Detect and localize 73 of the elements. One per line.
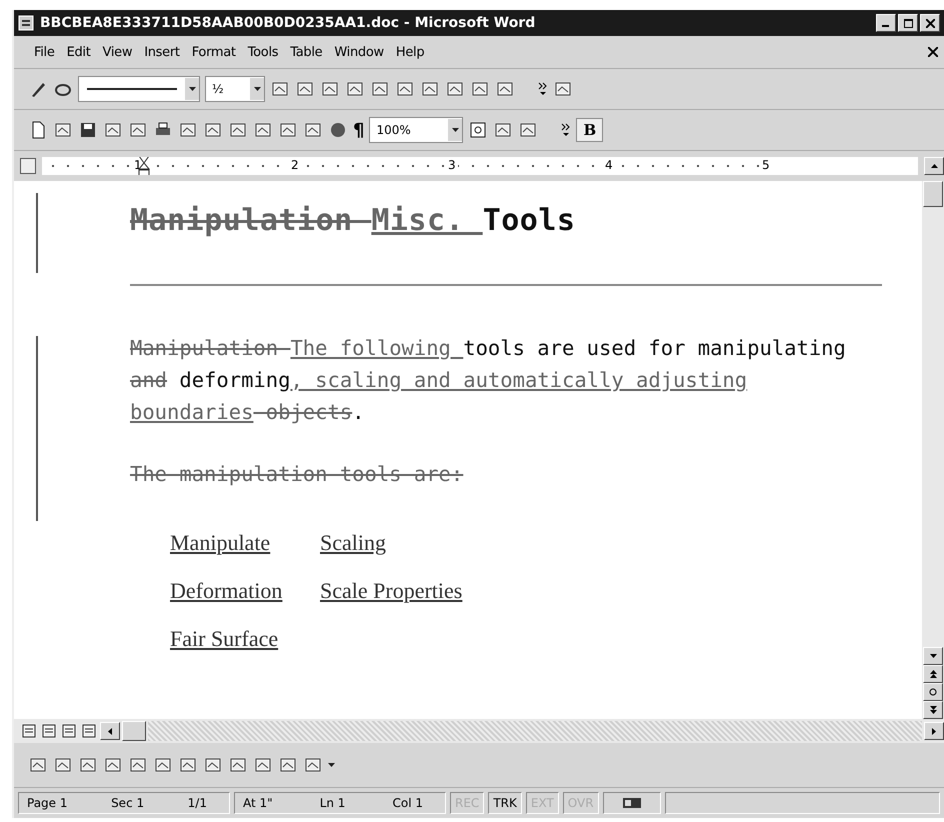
caret-icon[interactable] xyxy=(188,87,196,91)
mode-indicator[interactable]: TRK xyxy=(488,792,522,814)
caret-icon[interactable] xyxy=(452,128,459,132)
status-text: Col 1 xyxy=(392,796,423,810)
indent-marker-icon[interactable] xyxy=(138,157,150,175)
document-icon xyxy=(18,15,34,31)
next-page-button[interactable] xyxy=(923,701,943,719)
normal-view-icon[interactable] xyxy=(20,722,38,740)
hyperlink[interactable]: Fair Surface xyxy=(170,626,300,652)
double-up-arrow-icon xyxy=(930,670,936,678)
line-weight-dropdown[interactable]: ½ xyxy=(205,76,265,102)
status-text: 1/1 xyxy=(188,796,207,810)
save-icon[interactable] xyxy=(78,120,98,140)
close-icon xyxy=(926,18,934,28)
line-style-dropdown[interactable] xyxy=(78,76,200,102)
scroll-left-button[interactable] xyxy=(100,722,120,740)
paragraph: The manipulation tools are: xyxy=(130,461,464,488)
caret-icon[interactable] xyxy=(328,763,335,767)
zoom-dropdown[interactable]: 100% xyxy=(369,117,464,143)
menu-item[interactable]: File xyxy=(28,44,61,60)
horizontal-scrollbar[interactable] xyxy=(148,721,922,741)
more-buttons-icon[interactable] xyxy=(538,81,548,97)
vertical-scrollbar[interactable] xyxy=(922,181,944,719)
scroll-up-button[interactable] xyxy=(924,157,944,175)
window-title: BBCBEA8E333711D58AAB00B0D0235AA1.doc - Microsoft Word xyxy=(40,15,536,31)
status-text: Sec 1 xyxy=(111,796,144,810)
status-text: Ln 1 xyxy=(320,796,346,810)
more-buttons-icon[interactable] xyxy=(561,122,572,138)
outline-view-icon[interactable] xyxy=(80,722,98,740)
double-down-arrow-icon xyxy=(930,706,936,714)
status-text: At 1" xyxy=(243,796,273,810)
menu-item[interactable]: Table xyxy=(284,44,328,60)
scroll-thumb[interactable] xyxy=(122,721,146,741)
menu-item[interactable]: Tools xyxy=(242,44,284,60)
scroll-down-button[interactable] xyxy=(923,647,943,665)
up-arrow-icon xyxy=(930,164,938,168)
menu-item[interactable]: View xyxy=(96,44,138,60)
show-formatting-button[interactable]: ¶ xyxy=(353,120,364,140)
ruler-number: 5 xyxy=(760,158,772,172)
menu-item[interactable]: Insert xyxy=(138,44,186,60)
minimize-button[interactable] xyxy=(876,14,896,32)
scroll-thumb[interactable] xyxy=(923,181,943,207)
left-arrow-icon xyxy=(108,728,112,734)
help-icon[interactable] xyxy=(468,120,488,140)
print-view-icon[interactable] xyxy=(60,722,78,740)
menu-item[interactable]: Format xyxy=(186,44,242,60)
tab-selector[interactable] xyxy=(20,158,36,174)
hyperlink[interactable]: Scale Properties xyxy=(320,578,462,604)
menu-item[interactable]: Window xyxy=(328,44,390,60)
down-arrow-icon xyxy=(930,654,936,658)
paragraph: Manipulation The following tools are used for manipulating and deforming, scaling and automatically adjusting boundaries objects. xyxy=(130,335,847,426)
caret-icon[interactable] xyxy=(254,87,260,91)
web-view-icon[interactable] xyxy=(40,722,58,740)
ruler-number: 3 xyxy=(446,158,458,172)
scroll-right-button[interactable] xyxy=(924,722,944,740)
close-button[interactable] xyxy=(920,14,940,32)
hyperlink[interactable]: Scaling xyxy=(320,530,386,556)
previous-page-button[interactable] xyxy=(923,665,943,683)
bold-button[interactable]: B xyxy=(576,118,604,142)
menu-item[interactable]: Edit xyxy=(60,44,97,60)
close-document-icon[interactable] xyxy=(928,47,938,57)
circle-icon xyxy=(929,688,937,696)
maximize-icon xyxy=(904,18,912,28)
browse-object-button[interactable] xyxy=(923,683,943,701)
menu-item[interactable]: Help xyxy=(390,44,430,60)
right-arrow-icon xyxy=(932,728,936,734)
hyperlink[interactable]: Manipulate xyxy=(170,530,300,556)
ruler-number: 4 xyxy=(603,158,615,172)
web-icon[interactable] xyxy=(328,120,348,140)
document-heading: Manipulation Misc. Tools xyxy=(130,203,576,238)
status-text: Page 1 xyxy=(27,796,68,810)
hyperlink[interactable]: Deformation xyxy=(170,578,300,604)
maximize-button[interactable] xyxy=(898,14,918,32)
